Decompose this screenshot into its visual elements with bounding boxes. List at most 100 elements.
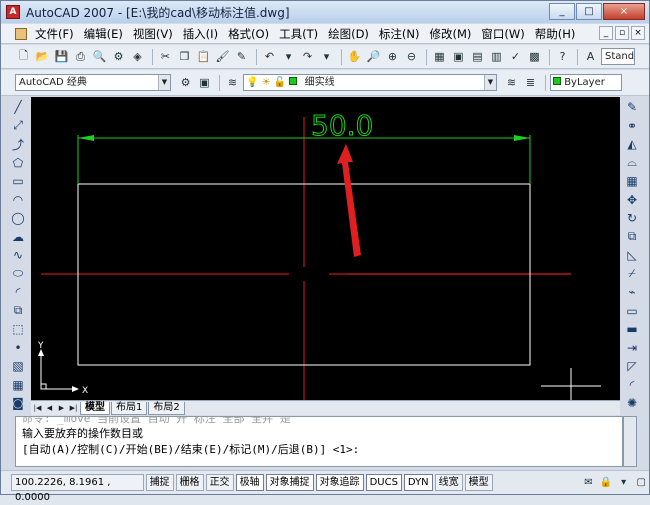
line-icon[interactable]: ╱: [9, 98, 27, 117]
close-button[interactable]: ×: [603, 3, 645, 20]
tab-layout2[interactable]: 布局2: [148, 401, 185, 415]
zoom-previous-icon[interactable]: ⊖: [403, 48, 420, 65]
menu-edit[interactable]: 编辑(E): [79, 26, 128, 42]
tab-model[interactable]: 模型: [80, 401, 110, 415]
document-icon[interactable]: [15, 27, 27, 40]
menu-insert[interactable]: 插入(I): [178, 26, 223, 42]
insert-block-icon[interactable]: ⧉: [9, 302, 27, 321]
trim-icon[interactable]: ⌿: [623, 265, 641, 284]
construction-line-icon[interactable]: ⤢: [9, 117, 27, 136]
tab-last-button[interactable]: ▶|: [68, 403, 79, 414]
polygon-icon[interactable]: ⬠: [9, 154, 27, 173]
zoom-window-icon[interactable]: ⊕: [384, 48, 401, 65]
tab-layout1[interactable]: 布局1: [111, 401, 148, 415]
doc-restore-button[interactable]: ▫: [615, 26, 629, 40]
rectangle-icon[interactable]: ▭: [9, 172, 27, 191]
point-icon[interactable]: •: [9, 339, 27, 358]
ducs-toggle[interactable]: DUCS: [365, 474, 402, 491]
offset-icon[interactable]: ⌓: [623, 154, 641, 173]
block-editor-icon[interactable]: ✎: [233, 48, 250, 65]
markup-icon[interactable]: ✓: [507, 48, 524, 65]
properties-icon[interactable]: ▦: [431, 48, 448, 65]
otrack-toggle[interactable]: 对象追踪: [315, 474, 364, 491]
save-icon[interactable]: 💾: [53, 48, 70, 65]
dimension-value-text[interactable]: 50.0: [311, 109, 374, 143]
paste-icon[interactable]: 📋: [195, 48, 212, 65]
design-center-icon[interactable]: ▣: [450, 48, 467, 65]
text-style-combo[interactable]: Stand: [601, 48, 635, 65]
command-window[interactable]: 命令: _move 当前设置 自动 开 标注 全部 全并 是 输入要放弃的操作数…: [15, 416, 623, 467]
break-at-point-icon[interactable]: ▭: [623, 302, 641, 321]
scale-icon[interactable]: ⧉: [623, 228, 641, 247]
new-icon[interactable]: 🗋: [15, 48, 32, 65]
workspace-settings-icon[interactable]: ⚙: [177, 74, 194, 91]
move-icon[interactable]: ✥: [623, 191, 641, 210]
print-preview-icon[interactable]: 🔍: [91, 48, 108, 65]
snap-toggle[interactable]: 捕捉: [145, 474, 174, 491]
revision-cloud-icon[interactable]: ☁: [9, 228, 27, 247]
polyline-icon[interactable]: ⤴: [9, 135, 27, 154]
gradient-icon[interactable]: ▦: [9, 376, 27, 395]
explode-icon[interactable]: ✺: [623, 394, 641, 413]
doc-close-button[interactable]: ×: [631, 26, 645, 40]
communication-center-icon[interactable]: ✉: [581, 475, 597, 491]
join-icon[interactable]: ⇥: [623, 339, 641, 358]
undo-dropdown-icon[interactable]: ▾: [280, 48, 297, 65]
hatch-icon[interactable]: ▧: [9, 357, 27, 376]
match-properties-icon[interactable]: 🖌: [214, 48, 231, 65]
osnap-toggle[interactable]: 对象捕捉: [265, 474, 314, 491]
menu-file[interactable]: 文件(F): [30, 26, 79, 42]
layer-combo[interactable]: 💡 ☀ 🔓 细实线 ▼: [243, 74, 497, 91]
workspace-combo[interactable]: AutoCAD 经典 ▼: [15, 74, 171, 91]
tool-palettes-icon[interactable]: ▤: [469, 48, 486, 65]
layer-manager-icon[interactable]: ≋: [224, 74, 241, 91]
cut-icon[interactable]: ✂: [157, 48, 174, 65]
ortho-toggle[interactable]: 正交: [205, 474, 234, 491]
ellipse-icon[interactable]: ⬭: [9, 265, 27, 284]
grid-toggle[interactable]: 栅格: [175, 474, 204, 491]
polar-toggle[interactable]: 极轴: [235, 474, 264, 491]
redo-dropdown-icon[interactable]: ▾: [318, 48, 335, 65]
autocad-app-icon[interactable]: A: [6, 5, 20, 19]
menu-help[interactable]: 帮助(H): [530, 26, 581, 42]
command-scrollbar[interactable]: [623, 416, 637, 467]
menu-window[interactable]: 窗口(W): [476, 26, 529, 42]
menu-format[interactable]: 格式(O): [223, 26, 274, 42]
spline-icon[interactable]: ∿: [9, 246, 27, 265]
array-icon[interactable]: ▦: [623, 172, 641, 191]
mirror-icon[interactable]: ◭: [623, 135, 641, 154]
doc-minimize-button[interactable]: _: [599, 26, 613, 40]
ellipse-arc-icon[interactable]: ◜: [9, 283, 27, 302]
calculator-icon[interactable]: ▩: [526, 48, 543, 65]
tab-first-button[interactable]: |◀: [32, 403, 43, 414]
menu-modify[interactable]: 修改(M): [425, 26, 477, 42]
make-block-icon[interactable]: ⬚: [9, 320, 27, 339]
clean-screen-icon[interactable]: ▢: [633, 475, 649, 491]
break-icon[interactable]: ▬: [623, 320, 641, 339]
maximize-button[interactable]: □: [576, 3, 602, 20]
status-menu-icon[interactable]: ▾: [616, 475, 632, 491]
chamfer-icon[interactable]: ◸: [623, 357, 641, 376]
minimize-button[interactable]: _: [549, 3, 575, 20]
lock-icon[interactable]: 🔒: [598, 475, 614, 491]
tab-next-button[interactable]: ▶: [56, 403, 67, 414]
make-current-layer-icon[interactable]: ≋: [503, 74, 520, 91]
zoom-realtime-icon[interactable]: 🔎: [365, 48, 382, 65]
menu-tools[interactable]: 工具(T): [274, 26, 323, 42]
erase-icon[interactable]: ✎: [623, 98, 641, 117]
arc-icon[interactable]: ◠: [9, 191, 27, 210]
publish-icon[interactable]: ⚙: [110, 48, 127, 65]
color-combo[interactable]: ByLayer: [550, 74, 622, 91]
text-style-icon[interactable]: A: [582, 48, 599, 65]
model-toggle[interactable]: 模型: [464, 474, 493, 491]
coordinates-readout[interactable]: 100.2226, 8.1961 , 0.0000: [11, 474, 144, 503]
extend-icon[interactable]: ⌁: [623, 283, 641, 302]
print-icon[interactable]: ⎙: [72, 48, 89, 65]
command-options-line[interactable]: [自动(A)/控制(C)/开始(BE)/结束(E)/标记(M)/后退(B)] <…: [16, 442, 622, 458]
open-icon[interactable]: 📂: [34, 48, 51, 65]
dyn-toggle[interactable]: DYN: [403, 474, 433, 491]
menu-view[interactable]: 视图(V): [128, 26, 178, 42]
sheet-set-icon[interactable]: ▥: [488, 48, 505, 65]
fillet-icon[interactable]: ◜: [623, 376, 641, 395]
help-icon[interactable]: ?: [554, 48, 571, 65]
